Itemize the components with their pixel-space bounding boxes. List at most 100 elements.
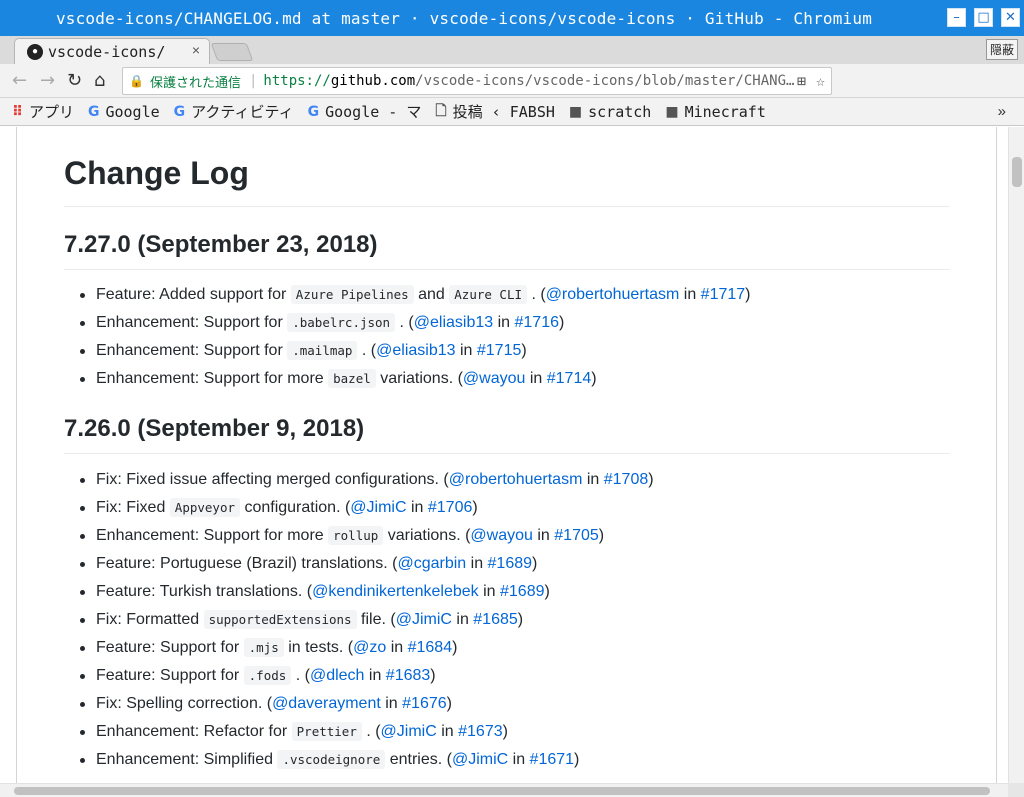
author-link[interactable]: @wayou [463, 370, 526, 387]
pull-request-link[interactable]: #1685 [473, 611, 518, 628]
changelog-list: Feature: Added support for Azure Pipelin… [64, 281, 751, 393]
item-text: ) [452, 639, 458, 656]
author-link[interactable]: @eliasib13 [414, 314, 493, 331]
inline-code: .vscodeignore [277, 750, 386, 769]
bookmark-google-ma[interactable]: G Google - マ [308, 101, 422, 122]
pull-request-link[interactable]: #1689 [488, 555, 533, 572]
reload-icon[interactable]: ↻ [67, 70, 82, 91]
pull-request-link[interactable]: #1676 [402, 695, 447, 712]
google-g-icon: G [307, 103, 320, 120]
author-link[interactable]: @JimiC [396, 611, 452, 628]
list-item: Enhancement: Refactor for Prettier . (@J… [64, 718, 654, 746]
list-item: Enhancement: Support for more rollup var… [64, 522, 654, 550]
author-link[interactable]: @cgarbin [397, 555, 466, 572]
apps-grid-icon: ⠿ [12, 103, 23, 120]
pull-request-link[interactable]: #1689 [500, 583, 545, 600]
author-link[interactable]: @robertohuertasm [546, 286, 680, 303]
item-text: . ( [291, 667, 310, 684]
list-item: Feature: Support for .mjs in tests. (@zo… [64, 634, 654, 662]
item-text: in [386, 639, 408, 656]
item-text: entries. ( [385, 751, 452, 768]
inline-code: .mailmap [287, 341, 358, 360]
pull-request-link[interactable]: #1715 [477, 342, 522, 359]
author-link[interactable]: @wayou [470, 527, 533, 544]
translate-icon[interactable]: ⊞ [797, 72, 806, 90]
author-link[interactable]: @JimiC [381, 723, 437, 740]
section-heading: 7.26.0 (September 9, 2018) [64, 415, 950, 454]
item-text: Feature: Added support for [96, 286, 291, 303]
folder-icon: ■ [568, 103, 583, 120]
inline-code: bazel [328, 369, 376, 388]
ime-indicator[interactable]: 隠蔽 [985, 39, 1018, 60]
author-link[interactable]: @robertohuertasm [449, 471, 583, 488]
item-text: ) [502, 723, 508, 740]
section-heading: 7.27.0 (September 23, 2018) [64, 231, 950, 270]
tab-github-changelog[interactable]: ● vscode-icons/ × [14, 38, 210, 64]
item-text: ) [559, 314, 565, 331]
bookmark-google[interactable]: G Google [88, 103, 160, 121]
bookmark-fabsh[interactable]: 🗋 投稿 ‹ FABSH [435, 100, 555, 124]
item-text: ) [521, 342, 527, 359]
item-text: Feature: Support for [96, 667, 244, 684]
item-text: Feature: Turkish translations. ( [96, 583, 313, 600]
item-text: ) [745, 286, 751, 303]
horizontal-scrollbar[interactable] [0, 783, 1008, 797]
pull-request-link[interactable]: #1708 [604, 471, 649, 488]
inline-code: .mjs [243, 638, 284, 657]
item-text: Enhancement: Simplified [96, 751, 278, 768]
bookmarks-overflow-icon[interactable]: » [998, 103, 1006, 120]
vertical-scrollbar[interactable] [1008, 127, 1024, 783]
item-text: Fix: Fixed issue affecting merged config… [96, 471, 449, 488]
maximize-button[interactable]: □ [974, 8, 993, 27]
minimize-button[interactable]: – [947, 8, 966, 27]
close-window-button[interactable]: ✕ [1001, 8, 1020, 27]
bookmark-scratch[interactable]: ■ scratch [569, 103, 651, 121]
author-link[interactable]: @zo [353, 639, 386, 656]
scrollbar-corner [1008, 783, 1024, 797]
item-text: Feature: Portuguese (Brazil) translation… [96, 555, 398, 572]
tab-strip: ● vscode-icons/ × 隠蔽 [0, 36, 1024, 64]
pull-request-link[interactable]: #1684 [408, 639, 453, 656]
tab-close-icon[interactable]: × [192, 42, 200, 58]
pull-request-link[interactable]: #1705 [554, 527, 599, 544]
google-g-icon: G [87, 103, 100, 120]
url-path: /vscode-icons/vscode-icons/blob/master/C… [415, 73, 795, 89]
item-text: . ( [527, 286, 546, 303]
pull-request-link[interactable]: #1716 [515, 314, 560, 331]
pull-request-link[interactable]: #1714 [547, 370, 592, 387]
pull-request-link[interactable]: #1706 [428, 499, 473, 516]
back-icon[interactable]: ← [12, 70, 27, 91]
pull-request-link[interactable]: #1717 [701, 286, 746, 303]
address-bar[interactable]: 🔒 保護された通信 | https:// github.com /vscode-… [122, 67, 832, 95]
list-item: Feature: Added support for Azure Pipelin… [64, 281, 751, 309]
list-item: Fix: Formatted supportedExtensions file.… [64, 606, 654, 634]
author-link[interactable]: @dlech [310, 667, 365, 684]
pull-request-link[interactable]: #1673 [458, 723, 503, 740]
list-item: Feature: Turkish translations. (@kendini… [64, 578, 654, 606]
item-text: Enhancement: Support for more [96, 370, 329, 387]
home-icon[interactable]: ⌂ [94, 70, 105, 91]
list-item: Feature: Portuguese (Brazil) translation… [64, 550, 654, 578]
bookmark-apps[interactable]: ⠿ アプリ [12, 101, 74, 122]
horizontal-scroll-thumb[interactable] [14, 787, 990, 795]
secure-connection-label: 保護された通信 [149, 75, 241, 91]
author-link[interactable]: @eliasib13 [376, 342, 455, 359]
vertical-scroll-thumb[interactable] [1012, 157, 1022, 187]
bookmark-star-icon[interactable]: ☆ [816, 72, 825, 90]
browser-toolbar: ← → ↻ ⌂ 🔒 保護された通信 | https:// github.com … [0, 64, 1024, 154]
new-tab-button[interactable] [210, 43, 254, 61]
forward-icon[interactable]: → [40, 70, 55, 91]
bookmarks-bar: ⠿ アプリ G Google G アクティビティ G Google - マ 🗋 投稿 ‹ … [0, 98, 1024, 126]
inline-code: .fods [243, 666, 292, 685]
item-text: Enhancement: Support for more [96, 527, 329, 544]
author-link[interactable]: @JimiC [452, 751, 508, 768]
bookmark-minecraft[interactable]: ■ Minecraft [665, 103, 766, 121]
pull-request-link[interactable]: #1671 [530, 751, 575, 768]
author-link[interactable]: @daverayment [272, 695, 381, 712]
list-item: Enhancement: Simplified .vscodeignore en… [64, 746, 654, 774]
bookmark-activity[interactable]: G アクティビティ [174, 101, 294, 122]
pull-request-link[interactable]: #1683 [386, 667, 431, 684]
author-link[interactable]: @JimiC [350, 499, 406, 516]
author-link[interactable]: @kendinikertenkelebek [312, 583, 479, 600]
item-text: in tests. ( [283, 639, 354, 656]
